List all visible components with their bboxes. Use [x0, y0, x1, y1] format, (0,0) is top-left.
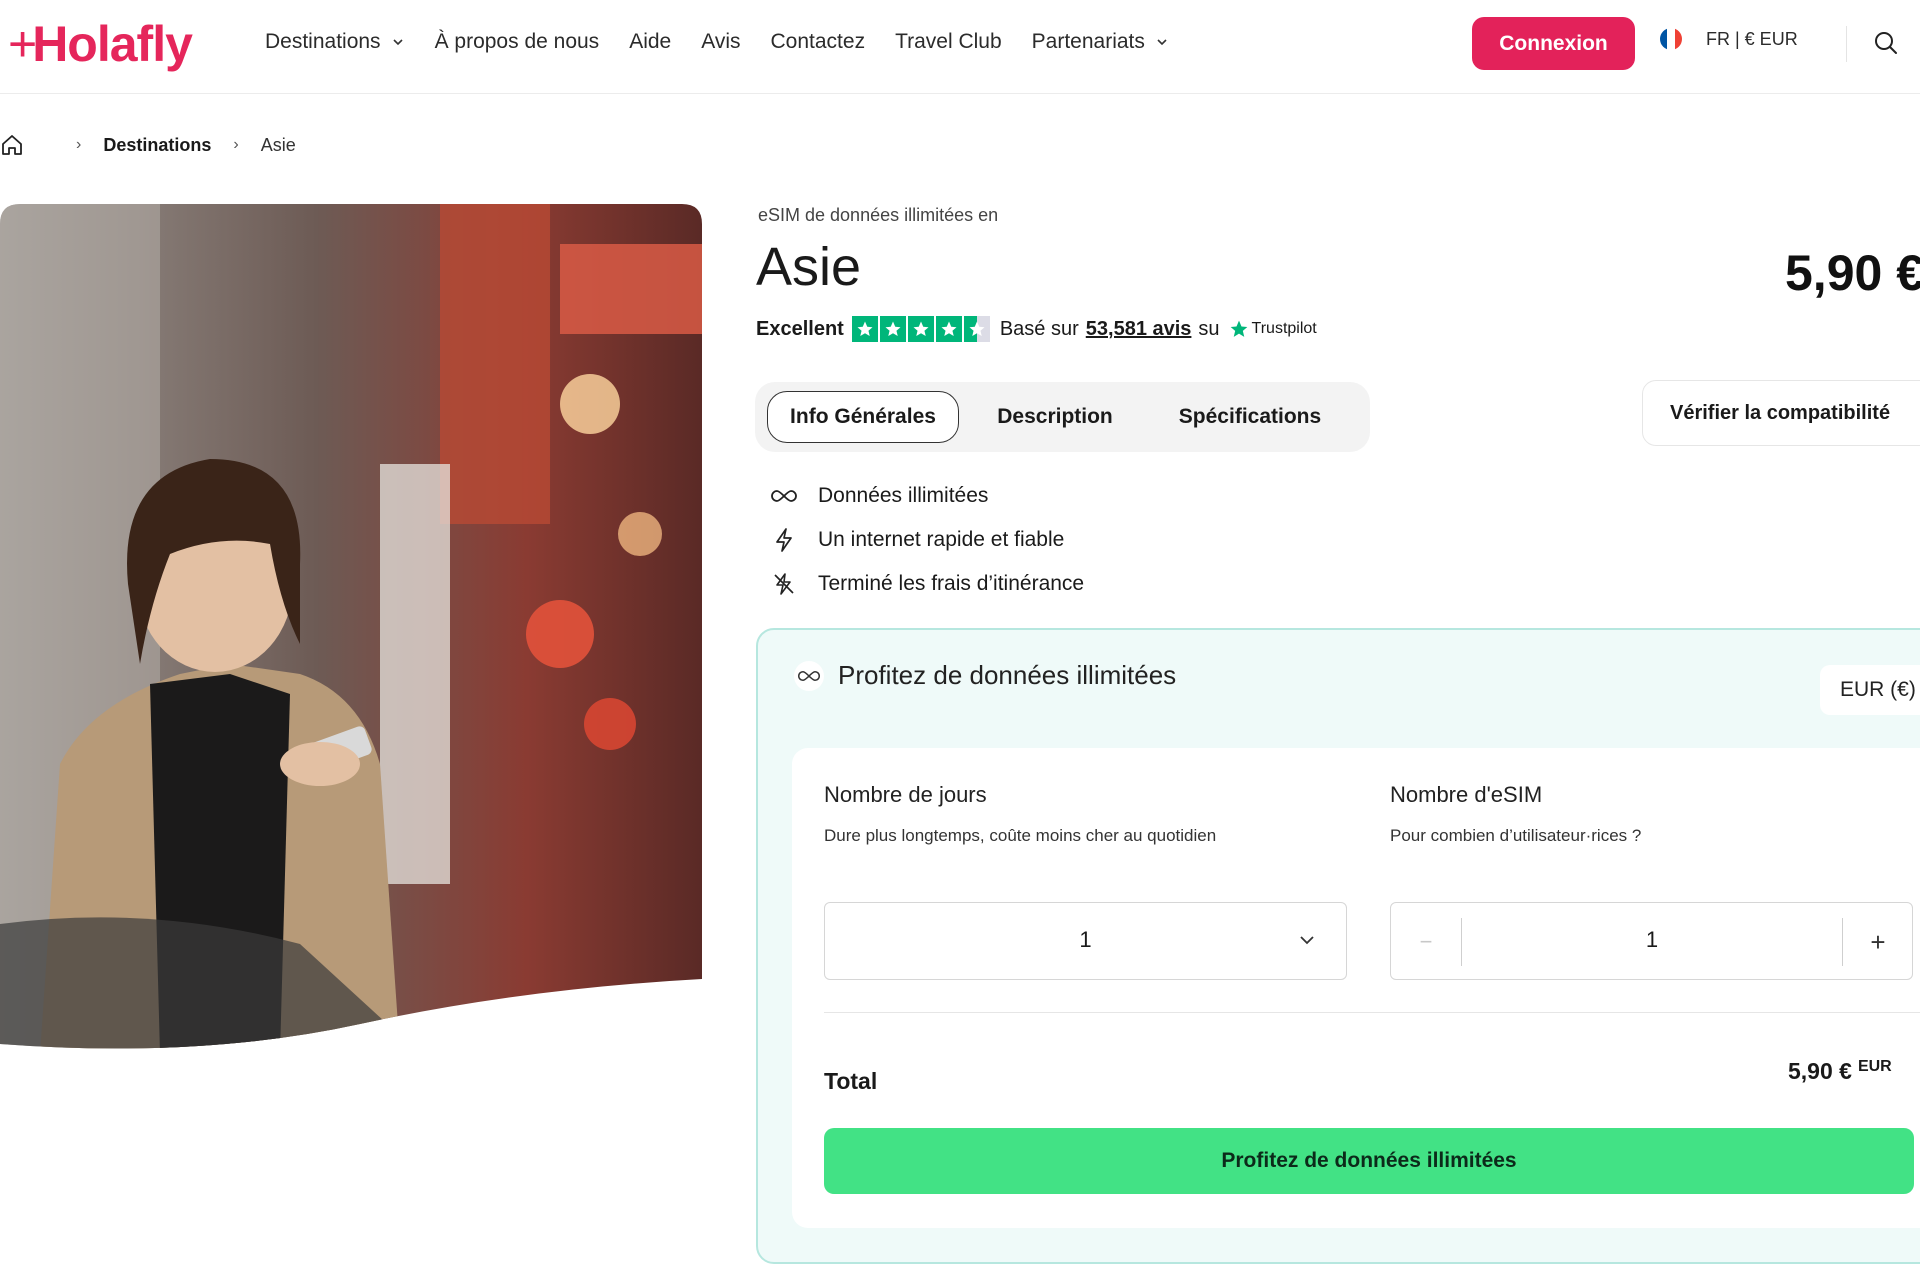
nav-destinations[interactable]: Destinations [265, 30, 405, 54]
total-label: Total [824, 1068, 878, 1094]
nav-reviews-label: Avis [701, 30, 741, 53]
divider [824, 1012, 1920, 1013]
increment-button[interactable]: + [1843, 903, 1913, 981]
star-icon [907, 316, 934, 342]
feature-item: Un internet rapide et fiable [770, 518, 1084, 562]
esim-count-label: Nombre d'eSIM [1390, 782, 1543, 807]
header-divider [1846, 26, 1847, 62]
card-header: Profitez de données illimitées [794, 660, 1176, 691]
feature-item: Données illimitées [770, 474, 1084, 518]
feature-label: Terminé les frais d’itinérance [818, 572, 1085, 595]
days-label: Nombre de jours [824, 782, 987, 807]
days-select[interactable]: 1 [824, 902, 1347, 980]
nav-partnerships-label: Partenariats [1031, 30, 1145, 53]
rating-stars [851, 316, 992, 342]
breadcrumb-destinations[interactable]: Destinations [103, 135, 211, 156]
days-hint: Dure plus longtemps, coûte moins cher au… [824, 826, 1217, 845]
tab-info-generales[interactable]: Info Générales [767, 391, 959, 443]
nav-contact-label: Contactez [770, 30, 866, 53]
nav-travel-club-label: Travel Club [895, 30, 1002, 53]
product-eyebrow: eSIM de données illimitées en [758, 205, 999, 225]
breadcrumb-separator: › [233, 136, 239, 153]
search-icon[interactable] [1873, 30, 1899, 56]
infinity-icon [770, 482, 798, 510]
locale-label: FR | € EUR [1706, 28, 1798, 49]
nav-about-label: À propos de nous [434, 30, 600, 53]
total-value: 5,90 € EUR [1788, 1058, 1892, 1085]
logo-text: Holafly [32, 16, 193, 72]
trustpilot-star-icon [1230, 320, 1247, 337]
chevron-down-icon [1300, 936, 1314, 945]
nav-help-label: Aide [629, 30, 672, 53]
product-tabs: Info Générales Description Spécification… [755, 382, 1370, 452]
tab-description[interactable]: Description [975, 391, 1135, 443]
breadcrumb-separator: › [76, 136, 82, 153]
nav-about[interactable]: À propos de nous [435, 30, 600, 54]
feature-item: Terminé les frais d’itinérance [770, 562, 1084, 606]
rating-based-on: Basé sur [999, 317, 1079, 340]
check-compatibility-button[interactable]: Vérifier la compatibilité [1642, 380, 1920, 446]
rating-label: Excellent [756, 317, 844, 340]
currency-selector[interactable]: EUR (€) [1820, 665, 1920, 715]
no-roaming-icon [770, 570, 798, 598]
nav-travel-club[interactable]: Travel Club [895, 30, 1002, 54]
esim-count-hint: Pour combien d’utilisateur·rices ? [1390, 826, 1642, 845]
plan-configurator: Nombre de jours Dure plus longtemps, coû… [792, 748, 1920, 1228]
nav-destinations-label: Destinations [265, 30, 381, 53]
chevron-down-icon [392, 39, 403, 46]
product-price: 5,90 € [1785, 245, 1920, 301]
tab-specifications[interactable]: Spécifications [1145, 391, 1355, 443]
login-button[interactable]: Connexion [1472, 17, 1635, 70]
decrement-button[interactable]: − [1391, 903, 1461, 981]
esim-quantity-stepper: − 1 + [1390, 902, 1913, 980]
nav-contact[interactable]: Contactez [771, 30, 866, 54]
product-title: Asie [756, 237, 862, 297]
trustpilot-rating: Excellent Basé sur 53,581 avis su Trustp… [756, 316, 1317, 342]
lightning-icon [770, 526, 798, 554]
feature-label: Données illimitées [818, 484, 989, 507]
site-header: + Holafly Destinations À propos de nous A… [0, 0, 1920, 94]
trustpilot-label: Trustpilot [1251, 320, 1317, 337]
star-icon [851, 316, 878, 342]
days-value: 1 [1079, 927, 1092, 952]
breadcrumb: › Destinations › Asie [0, 130, 296, 160]
chevron-down-icon [1157, 39, 1167, 46]
feature-list: Données illimitées Un internet rapide et… [770, 474, 1084, 606]
total-currency: EUR [1857, 1058, 1892, 1075]
holafly-logo[interactable]: + Holafly [8, 16, 193, 72]
esim-quantity-value[interactable]: 1 [1462, 927, 1842, 953]
feature-label: Un internet rapide et fiable [818, 528, 1065, 551]
star-icon [879, 316, 906, 342]
half-star-icon [963, 316, 990, 342]
home-icon[interactable] [0, 133, 24, 157]
hero-photo [0, 204, 702, 1049]
nav-reviews[interactable]: Avis [701, 30, 740, 54]
trustpilot-logo: Trustpilot [1229, 319, 1317, 339]
nav-partnerships[interactable]: Partenariats [1032, 30, 1169, 54]
total-amount: 5,90 € [1788, 1058, 1852, 1084]
main-nav: Destinations À propos de nous Aide Avis … [265, 22, 1199, 62]
star-icon [935, 316, 962, 342]
rating-on: su [1198, 317, 1220, 340]
infinity-icon [794, 660, 824, 691]
card-title: Profitez de données illimitées [838, 660, 1177, 690]
nav-help[interactable]: Aide [629, 30, 671, 54]
breadcrumb-current: Asie [260, 134, 296, 155]
purchase-card: Profitez de données illimitées EUR (€) N… [756, 628, 1920, 1264]
buy-button[interactable]: Profitez de données illimitées [824, 1128, 1914, 1194]
locale-selector[interactable]: FR | € EUR [1660, 28, 1798, 50]
reviews-link[interactable]: 53,581 avis [1086, 318, 1192, 341]
france-flag-icon [1660, 28, 1682, 50]
